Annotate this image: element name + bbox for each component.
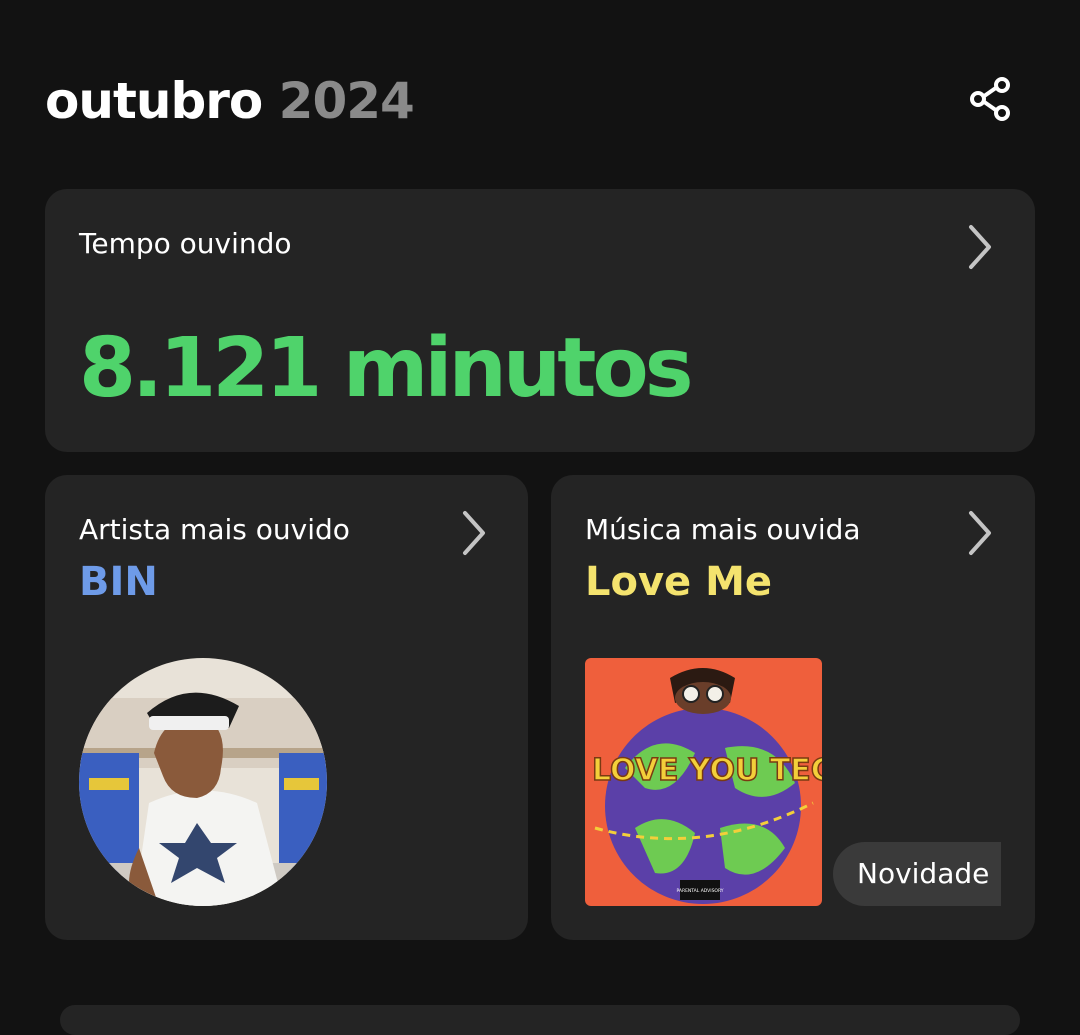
share-icon xyxy=(970,77,1010,121)
listening-time-value: 8.121 minutos xyxy=(79,321,694,416)
top-song-card[interactable]: Música mais ouvida Love Me WE LOVE YOU T… xyxy=(551,475,1035,940)
top-artist-label: Artista mais ouvido xyxy=(79,513,350,546)
top-artist-card[interactable]: Artista mais ouvido BIN xyxy=(45,475,528,940)
share-button[interactable] xyxy=(964,72,1018,126)
cover-title: WE LOVE YOU TECCA xyxy=(585,753,822,788)
month-label: outubro xyxy=(45,72,263,130)
chevron-right-icon xyxy=(969,225,991,269)
top-song-label: Música mais ouvida xyxy=(585,513,861,546)
listening-time-card[interactable]: Tempo ouvindo 8.121 minutos xyxy=(45,189,1035,452)
top-artist-name: BIN xyxy=(79,559,158,605)
page-title: outubro 2024 xyxy=(45,70,415,132)
artist-avatar xyxy=(79,658,327,906)
top-song-name: Love Me xyxy=(585,559,773,605)
listening-time-label: Tempo ouvindo xyxy=(79,227,292,260)
album-cover: WE LOVE YOU TECCA PARENTAL ADVISORY xyxy=(585,658,822,906)
chevron-right-icon xyxy=(969,511,991,555)
year-label: 2024 xyxy=(278,72,415,130)
chevron-right-icon xyxy=(463,511,485,555)
new-badge: Novidade xyxy=(833,842,1001,906)
next-card-peek xyxy=(60,1005,1020,1035)
parental-advisory-label: PARENTAL ADVISORY xyxy=(676,888,723,894)
